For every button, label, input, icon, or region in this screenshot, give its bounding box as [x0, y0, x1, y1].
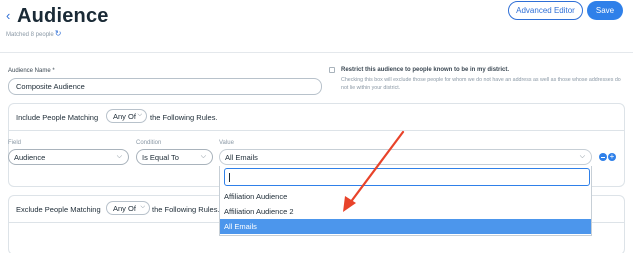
exclude-prefix-text: Exclude People Matching — [16, 205, 101, 214]
advanced-editor-button[interactable]: Advanced Editor — [508, 1, 583, 20]
audience-name-input[interactable]: Composite Audience — [8, 78, 322, 95]
save-button[interactable]: Save — [587, 1, 623, 20]
field-label: Field — [8, 140, 22, 146]
audience-name-label: Audience Name * — [8, 68, 55, 74]
value-label: Value — [219, 140, 234, 146]
condition-select-value: Is Equal To — [142, 152, 179, 162]
header-divider — [0, 52, 633, 53]
field-select[interactable]: Audience ⌵ — [8, 149, 129, 165]
add-rule-icon[interactable]: + — [608, 153, 616, 161]
include-match-value: Any Of — [113, 111, 136, 121]
include-suffix-text: the Following Rules. — [150, 113, 218, 122]
dropdown-option-selected[interactable]: All Emails — [220, 219, 591, 234]
restrict-district-help: Checking this box will exclude those peo… — [341, 77, 621, 91]
chevron-down-icon: ⌵ — [137, 112, 142, 118]
restrict-district-label: Restrict this audience to people known t… — [341, 67, 510, 73]
dropdown-option[interactable]: Affiliation Audience — [220, 189, 591, 204]
remove-rule-icon[interactable] — [599, 153, 607, 161]
exclude-suffix-text: the Following Rules. — [152, 205, 220, 214]
include-match-select[interactable]: Any Of ⌵ — [106, 109, 147, 123]
value-dropdown-menu: Affiliation Audience Affiliation Audienc… — [219, 166, 592, 236]
exclude-match-select[interactable]: Any Of ⌵ — [106, 201, 150, 215]
restrict-district-checkbox[interactable] — [329, 67, 335, 73]
chevron-down-icon: ⌵ — [116, 153, 122, 160]
value-select[interactable]: All Emails ⌵ — [219, 149, 592, 165]
include-prefix-text: Include People Matching — [16, 113, 99, 122]
chevron-down-icon: ⌵ — [140, 204, 145, 210]
back-chevron-icon[interactable]: ‹ — [6, 9, 10, 22]
field-select-value: Audience — [14, 152, 46, 162]
include-rules-header: Include People Matching Any Of ⌵ the Fol… — [9, 104, 624, 131]
refresh-icon[interactable]: ↻ — [55, 29, 62, 38]
text-cursor — [229, 173, 230, 182]
matched-count: Matched 8 people↻ — [6, 29, 62, 38]
exclude-match-value: Any Of — [113, 203, 136, 213]
chevron-down-icon: ⌵ — [200, 153, 206, 160]
dropdown-search-input[interactable] — [224, 168, 590, 186]
chevron-down-icon: ⌵ — [579, 153, 585, 160]
page-title: Audience — [17, 5, 109, 27]
dropdown-option[interactable]: Affiliation Audience 2 — [220, 204, 591, 219]
value-select-value: All Emails — [225, 152, 258, 162]
condition-select[interactable]: Is Equal To ⌵ — [136, 149, 213, 165]
condition-label: Condition — [136, 140, 162, 146]
